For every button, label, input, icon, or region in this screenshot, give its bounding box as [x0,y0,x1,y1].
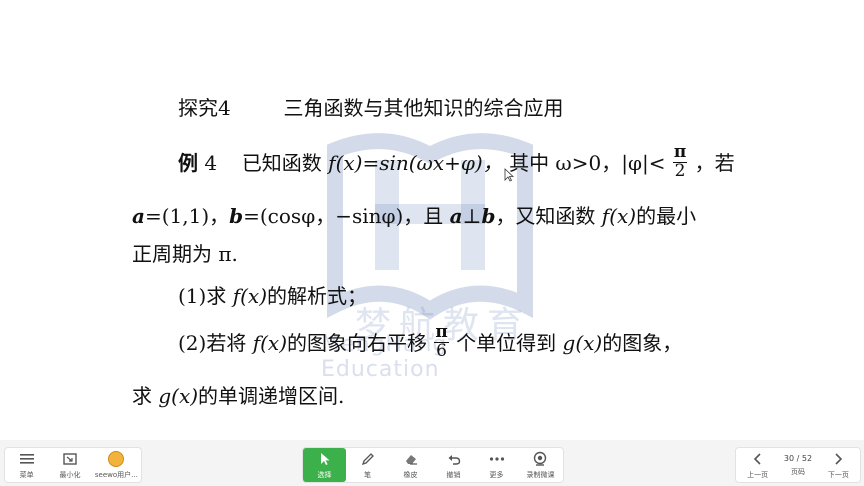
more-button[interactable]: 更多 [475,448,518,482]
question-2: (2)若将 f(x)的图象向右平移 π 6 个单位得到 g(x)的图象， [178,323,683,363]
heading-title: 三角函数与其他知识的综合应用 [283,96,564,120]
menu-button[interactable]: 菜单 [5,448,48,482]
undo-button[interactable]: 撤销 [432,448,475,482]
eraser-tool-button[interactable]: 橡皮 [389,448,432,482]
toolbar-left-group: 菜单 最小化 seewo用户... [4,447,142,483]
toolbar-right-group: 上一页 30 / 52 页码 下一页 [735,447,861,483]
minimize-icon [63,450,77,468]
undo-label: 撤销 [446,471,461,479]
select-tool-button[interactable]: 选择 [303,448,346,482]
function-expr: g(x) [158,384,199,408]
record-button[interactable]: 录制微课 [518,448,563,482]
record-icon [531,450,549,468]
next-page-button[interactable]: 下一页 [817,448,860,482]
user-button[interactable]: seewo用户... [92,448,141,482]
cursor-icon [319,450,331,468]
text-segment: 已知函数 [241,150,322,175]
text-segment: =(1,1)， [144,204,230,228]
prev-page-label: 上一页 [747,471,769,479]
page-label: 页码 [790,467,805,476]
perp-symbol: ⊥ [462,204,482,228]
fraction-pi-over-6: π 6 [434,323,449,361]
text-segment: (2)若将 [178,330,247,355]
undo-icon [447,450,461,468]
text-segment: 的图象向右平移 [287,330,427,355]
fraction-denominator: 6 [436,340,447,361]
function-expr: f(x) [252,330,287,355]
text-segment: 个单位得到 [456,330,557,355]
pen-label: 笔 [364,471,371,479]
text-segment: 其中 ω>0，|φ|< [509,150,666,175]
bottom-toolbar: 菜单 最小化 seewo用户... 选择 笔 橡皮 撤销 更多 录制微课 上一页… [0,440,864,486]
function-expr: g(x) [562,330,603,355]
example-line-1: 例 4 已知函数 f(x)=sin(ωx+φ)， 其中 ω>0，|φ|< π 2… [178,143,735,183]
text-segment: 的解析式； [267,284,367,308]
slide-canvas[interactable]: 梦航教育 MengHang Education 探究4 三角函数与其他知识的综合… [0,0,864,440]
minimize-label: 最小化 [59,471,81,479]
chevron-right-icon [833,450,843,468]
page-indicator[interactable]: 30 / 52 页码 [779,448,816,482]
pen-tool-button[interactable]: 笔 [346,448,389,482]
eraser-icon [404,450,418,468]
question-1: (1)求 f(x)的解析式； [178,280,367,309]
more-label: 更多 [489,471,504,479]
vector-b: b [481,204,496,228]
text-segment: (1)求 [178,284,227,308]
question-2-cont: 求 g(x)的单调递增区间. [132,380,344,409]
function-expr: f(x)=sin(ωx+φ)， [328,150,503,175]
text-segment: 的最小 [636,204,697,228]
text-segment: 的图象， [602,330,683,355]
pen-icon [361,450,375,468]
heading-label: 探究4 [178,96,231,120]
menu-icon [19,450,34,468]
vector-b: b [229,204,244,228]
toolbar-center-group: 选择 笔 橡皮 撤销 更多 录制微课 [302,447,564,483]
minimize-button[interactable]: 最小化 [48,448,91,482]
example-line-3: 正周期为 π. [132,238,238,267]
vector-a: a [449,204,463,228]
fraction-pi-over-2: π 2 [672,143,688,181]
example-line-2: a=(1,1)，b=(cosφ，−sinφ)，且 a⊥b，又知函数 f(x)的最… [132,200,696,229]
record-label: 录制微课 [526,471,555,479]
text-segment: =(cosφ，−sinφ)，且 [243,204,444,228]
avatar-icon [108,451,125,467]
mouse-pointer-icon [504,168,514,182]
menu-label: 菜单 [19,471,34,479]
text-segment: ，若 [694,150,735,175]
text-segment: 的单调递增区间. [198,384,345,408]
eraser-label: 橡皮 [403,471,418,479]
text-segment: ，又知函数 [495,204,596,228]
section-heading: 探究4 三角函数与其他知识的综合应用 [178,92,563,121]
example-label: 例 [178,150,198,175]
next-page-label: 下一页 [827,471,849,479]
prev-page-button[interactable]: 上一页 [736,448,779,482]
more-icon [489,450,505,468]
example-number: 4 [204,150,218,175]
function-expr: f(x) [601,204,637,228]
user-label: seewo用户... [94,471,138,479]
select-label: 选择 [317,471,332,479]
page-number: 30 / 52 [783,453,813,463]
text-segment: 正周期为 π. [132,242,238,266]
text-segment: 求 [132,384,152,408]
chevron-left-icon [753,450,763,468]
fraction-denominator: 2 [674,160,686,181]
function-expr: f(x) [232,284,267,308]
vector-a: a [132,204,145,228]
